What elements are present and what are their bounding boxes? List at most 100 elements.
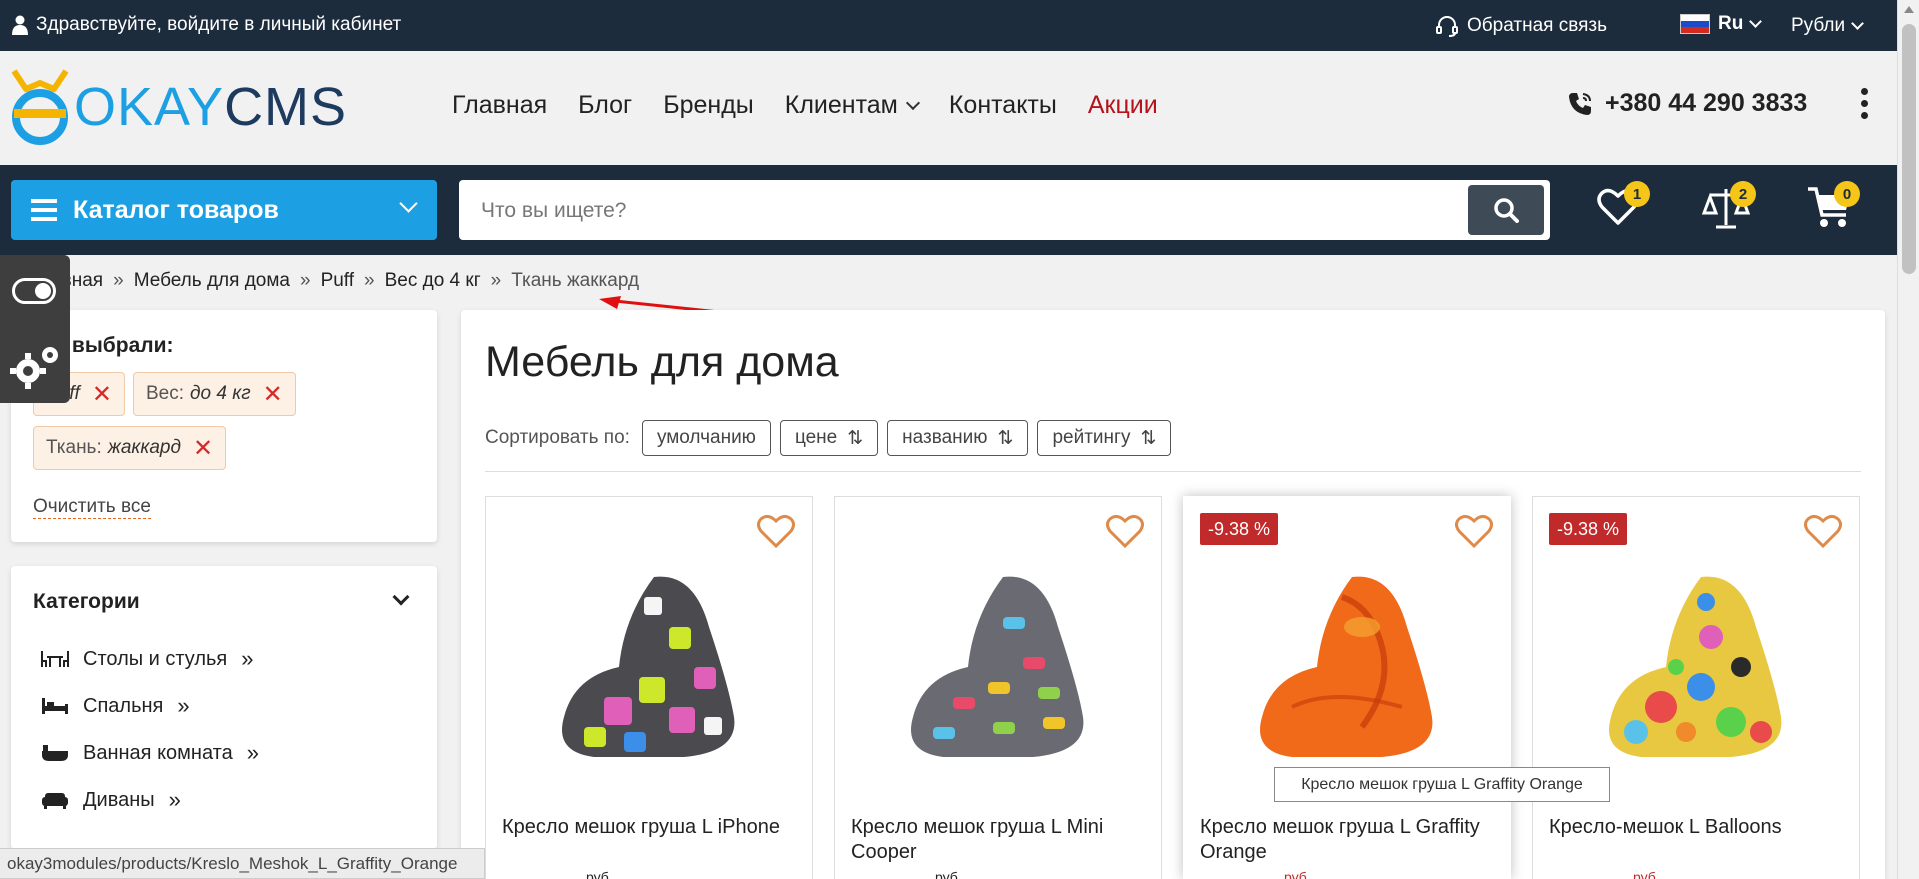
status-bar-url: okay3modules/products/Kreslo_Meshok_L_Gr…	[0, 848, 485, 879]
sort-rating[interactable]: рейтингу ⇅	[1037, 420, 1172, 456]
phone-number: +380 44 290 3833	[1605, 89, 1808, 117]
heart-icon[interactable]	[1105, 513, 1145, 549]
russia-flag-icon	[1680, 14, 1710, 34]
table-chairs-icon	[41, 651, 69, 667]
scrollbar-thumb[interactable]	[1902, 24, 1916, 274]
breadcrumb-puff[interactable]: Puff	[321, 270, 354, 292]
nav-blog[interactable]: Блог	[578, 91, 632, 120]
search-input[interactable]: Что вы ищете?	[459, 180, 1550, 240]
cart-count: 0	[1834, 181, 1860, 207]
breadcrumb-weight[interactable]: Вес до 4 кг	[385, 270, 481, 292]
product-name[interactable]: Кресло-мешок L Balloons	[1549, 815, 1849, 840]
feedback-label: Обратная связь	[1467, 15, 1607, 36]
nav-contacts[interactable]: Контакты	[949, 91, 1057, 120]
remove-filter-icon[interactable]: ✕	[193, 434, 213, 463]
product-image[interactable]	[1591, 557, 1801, 767]
logo-text: OKAYCMS	[74, 77, 348, 137]
category-tables-chairs[interactable]: Столы и стулья »	[41, 646, 254, 672]
category-bedroom[interactable]: Спальня »	[41, 693, 190, 719]
category-label: Столы и стулья	[83, 647, 228, 670]
currency-label: Рубли	[1791, 15, 1846, 36]
bathtub-icon	[42, 745, 68, 761]
filter-chip-value: жаккард	[107, 437, 181, 458]
chevron-down-icon	[1851, 17, 1864, 30]
breadcrumb-separator-icon: »	[364, 270, 375, 291]
breadcrumb-current: Ткань жаккард	[511, 270, 640, 291]
clear-all-link[interactable]: Очистить все	[33, 496, 151, 519]
category-bathroom[interactable]: Ванная комната »	[41, 740, 259, 766]
product-name[interactable]: Кресло мешок груша L Mini Cooper	[851, 815, 1151, 865]
sofa-icon	[42, 793, 68, 809]
tooltip: Кресло мешок груша L Graffity Orange	[1274, 767, 1610, 802]
discount-badge: -9.38 %	[1549, 513, 1628, 545]
sort-name[interactable]: названию ⇅	[887, 420, 1029, 456]
language-selector[interactable]: Ru	[1680, 13, 1763, 35]
currency-selector[interactable]: Рубли	[1791, 15, 1864, 37]
menu-icon	[31, 199, 57, 221]
scroll-up-icon[interactable]	[1904, 6, 1914, 13]
heart-icon[interactable]	[1803, 513, 1843, 549]
main-content: Мебель для дома Сортировать по: умолчани…	[461, 310, 1885, 879]
breadcrumb-furniture[interactable]: Мебель для дома	[134, 270, 290, 292]
sort-arrows-icon: ⇅	[1140, 427, 1157, 449]
search-icon	[1494, 198, 1519, 223]
breadcrumb-separator-icon: »	[113, 270, 124, 291]
wishlist-button[interactable]: 1	[1596, 181, 1650, 233]
product-card[interactable]: Кресло мешок груша L iPhone руб	[485, 496, 813, 879]
chevron-down-icon[interactable]	[392, 588, 410, 606]
product-name[interactable]: Кресло мешок груша L Graffity Orange	[1200, 815, 1500, 865]
categories-title: Категории	[33, 590, 140, 613]
sort-default[interactable]: умолчанию	[641, 420, 771, 456]
login-link[interactable]: Здравствуйте, войдите в личный кабинет	[12, 14, 401, 36]
product-image[interactable]	[893, 557, 1103, 767]
filter-chip-fabric[interactable]: Ткань: жаккард ✕	[33, 426, 227, 470]
feedback-link[interactable]: Обратная связь	[1435, 14, 1607, 38]
phone-icon	[1569, 92, 1591, 115]
product-price: руб	[1633, 869, 1656, 879]
user-icon	[12, 15, 28, 35]
phone-link[interactable]: +380 44 290 3833	[1567, 89, 1807, 118]
sort-arrows-icon: ⇅	[997, 427, 1014, 449]
product-card[interactable]: Кресло мешок груша L Mini Cooper руб	[834, 496, 1162, 879]
scrollbar[interactable]	[1897, 0, 1919, 879]
product-name[interactable]: Кресло мешок груша L iPhone	[502, 815, 802, 840]
nav-brands[interactable]: Бренды	[663, 91, 754, 120]
cart-button[interactable]: 0	[1806, 181, 1860, 233]
heart-icon[interactable]	[1454, 513, 1494, 549]
sort-price[interactable]: цене ⇅	[779, 420, 879, 456]
category-sofas[interactable]: Диваны »	[41, 787, 181, 813]
remove-filter-icon[interactable]: ✕	[263, 380, 283, 409]
top-bar: Здравствуйте, войдите в личный кабинет О…	[0, 0, 1897, 51]
product-card[interactable]: -9.38 % Кресло-мешок L Balloons руб	[1532, 496, 1860, 879]
product-price: руб	[1284, 869, 1307, 879]
divider	[485, 471, 1861, 472]
greeting-text: Здравствуйте, войдите в личный кабинет	[36, 14, 402, 35]
logo[interactable]: OKAYCMS	[10, 67, 347, 147]
wishlist-count: 1	[1624, 181, 1650, 207]
product-card[interactable]: -9.38 % Кресло мешок груша L Graffity Or…	[1183, 496, 1511, 879]
selected-filters-card: Вы выбрали: Puff ✕ Вес: до 4 кг ✕ Ткань:…	[11, 310, 437, 542]
search-button[interactable]	[1468, 185, 1544, 235]
breadcrumb-separator-icon: »	[490, 270, 502, 291]
heart-icon[interactable]	[756, 513, 796, 549]
remove-filter-icon[interactable]: ✕	[92, 380, 112, 409]
more-menu-icon[interactable]	[1861, 88, 1868, 119]
nav-home[interactable]: Главная	[452, 91, 547, 120]
category-label: Диваны	[83, 788, 155, 811]
nav-clients[interactable]: Клиентам	[785, 91, 920, 120]
product-price: руб	[935, 869, 958, 879]
categories-card: Категории Столы и стулья » Спальня » Ван…	[11, 566, 437, 849]
filter-chip-weight[interactable]: Вес: до 4 кг ✕	[133, 372, 296, 416]
discount-badge: -9.38 %	[1200, 513, 1279, 545]
nav-promotions[interactable]: Акции	[1088, 91, 1158, 120]
compare-count: 2	[1730, 181, 1756, 207]
toggle-switch[interactable]	[12, 278, 56, 304]
compare-button[interactable]: 2	[1701, 181, 1756, 233]
gears-icon[interactable]	[8, 343, 64, 391]
product-image[interactable]	[544, 557, 754, 767]
product-image[interactable]	[1242, 557, 1452, 767]
double-chevron-icon: »	[177, 693, 190, 718]
catalog-button[interactable]: Каталог товаров	[11, 180, 437, 240]
breadcrumb-separator-icon: »	[299, 270, 311, 291]
catalog-label: Каталог товаров	[73, 195, 279, 224]
